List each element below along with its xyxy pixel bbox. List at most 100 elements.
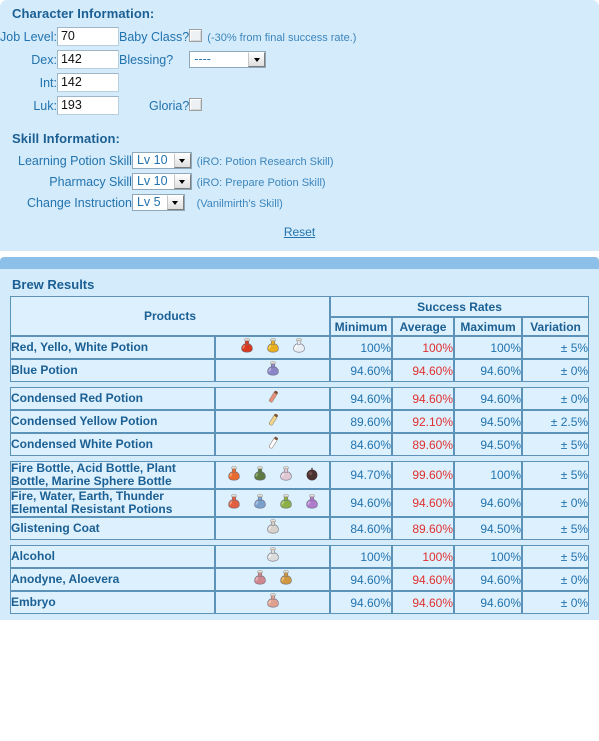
- product-name-cell: Blue Potion: [10, 359, 215, 382]
- learning-potion-select[interactable]: Lv 10: [131, 152, 192, 169]
- minimum-rate-cell: 94.60%: [330, 359, 393, 382]
- blessing-cell: ----: [189, 48, 356, 71]
- product-icons-cell: [215, 433, 331, 456]
- maximum-rate-cell: 94.50%: [454, 410, 523, 433]
- learning-potion-selected-value: Lv 10: [136, 153, 168, 167]
- product-name-cell: Red, Yello, White Potion: [10, 336, 215, 359]
- baby-class-checkbox[interactable]: [189, 29, 203, 42]
- fire-resist-potion-icon: [225, 493, 243, 514]
- thunder-resist-potion-icon: [303, 493, 321, 514]
- glistening-coat-icon: [264, 518, 282, 539]
- product-icons-cell: [215, 461, 331, 489]
- variation-cell: ± 5%: [522, 336, 590, 359]
- condensed-yellow-potion-icon: [264, 411, 282, 432]
- dex-cell: [56, 48, 119, 71]
- variation-cell: ± 0%: [522, 591, 590, 614]
- gloria-checkbox[interactable]: [189, 98, 203, 111]
- reset-link[interactable]: Reset: [284, 225, 315, 239]
- change-instruction-row: Change Instruction Lv 5 (Vanilmirth's Sk…: [18, 192, 334, 213]
- job-level-input[interactable]: [56, 27, 119, 46]
- blessing-label: Blessing?: [118, 52, 174, 67]
- products-header: Products: [10, 296, 331, 336]
- average-rate-cell: 99.60%: [392, 461, 455, 489]
- int-row: Int:: [0, 71, 356, 94]
- product-icons-cell: [215, 359, 331, 382]
- average-rate-cell: 89.60%: [392, 433, 455, 456]
- skill-information-heading: Skill Information:: [12, 131, 120, 146]
- water-resist-potion-icon: [251, 493, 269, 514]
- luk-input[interactable]: [56, 96, 119, 115]
- minimum-rate-cell: 89.60%: [330, 410, 393, 433]
- product-name-cell: Condensed Red Potion: [10, 387, 215, 410]
- brew-results-thead: Products Success Rates Minimum Average M…: [10, 296, 590, 336]
- pharmacy-cell: Lv 10: [131, 171, 192, 192]
- product-name-cell: Glistening Coat: [10, 517, 215, 540]
- product-icons-cell: [215, 591, 331, 614]
- variation-cell: ± 0%: [522, 359, 590, 382]
- character-form-panel: Character Information: Job Level: Baby C…: [0, 0, 599, 251]
- maximum-rate-cell: 100%: [454, 545, 523, 568]
- maximum-rate-cell: 94.50%: [454, 433, 523, 456]
- product-name-cell: Anodyne, Aloevera: [10, 568, 215, 591]
- chevron-down-icon[interactable]: [173, 153, 191, 168]
- maximum-rate-cell: 94.60%: [454, 387, 523, 410]
- average-rate-cell: 100%: [392, 336, 455, 359]
- learning-potion-cell: Lv 10: [131, 150, 192, 171]
- pharmacy-row: Pharmacy Skill Lv 10 (iRO: Prepare Potio…: [18, 171, 334, 192]
- chevron-down-icon[interactable]: [173, 174, 191, 189]
- minimum-rate-cell: 84.60%: [330, 433, 393, 456]
- chevron-down-icon[interactable]: [248, 52, 266, 67]
- job-level-row: Job Level: Baby Class? (-30% from final …: [0, 25, 356, 48]
- header-row-top: Products Success Rates: [10, 296, 590, 336]
- minimum-rate-cell: 100%: [330, 336, 393, 359]
- pharmacy-note: (iRO: Prepare Potion Skill): [196, 176, 326, 189]
- fire-bottle-icon: [225, 465, 243, 486]
- success-rates-header: Success Rates: [330, 296, 590, 317]
- maximum-rate-cell: 100%: [454, 461, 523, 489]
- maximum-rate-cell: 94.60%: [454, 489, 523, 517]
- earth-resist-potion-icon: [277, 493, 295, 514]
- table-row: Blue Potion 94.60% 94.60% 94.60% ± 0%: [10, 359, 590, 382]
- change-instruction-label: Change Instruction: [27, 195, 132, 210]
- int-input[interactable]: [56, 73, 119, 92]
- product-name-cell: Fire Bottle, Acid Bottle, Plant Bottle, …: [10, 461, 215, 489]
- product-name-cell: Condensed White Potion: [10, 433, 215, 456]
- chevron-down-icon[interactable]: [166, 195, 184, 210]
- average-rate-cell: 94.60%: [392, 359, 455, 382]
- job-level-cell: [56, 25, 119, 48]
- brew-results-table: Products Success Rates Minimum Average M…: [10, 296, 590, 614]
- average-rate-cell: 94.60%: [392, 591, 455, 614]
- pharmacy-select[interactable]: Lv 10: [131, 173, 192, 190]
- white-potion-icon: [290, 337, 308, 358]
- learning-potion-note: (iRO: Potion Research Skill): [196, 155, 334, 168]
- product-name-cell: Condensed Yellow Potion: [10, 410, 215, 433]
- minimum-rate-cell: 94.60%: [330, 591, 393, 614]
- column-header-minimum: Minimum: [330, 317, 393, 336]
- table-row: Glistening Coat 84.60% 89.60% 94.50% ± 5%: [10, 517, 590, 540]
- table-row: Alcohol 100% 100% 100% ± 5%: [10, 545, 590, 568]
- column-header-maximum: Maximum: [454, 317, 523, 336]
- int-cell: [56, 71, 119, 94]
- product-icons-cell: [215, 545, 331, 568]
- change-instruction-select[interactable]: Lv 5: [131, 194, 185, 211]
- blue-potion-icon: [264, 360, 282, 381]
- variation-cell: ± 5%: [522, 517, 590, 540]
- results-panel-band: [0, 257, 599, 269]
- character-information-heading: Character Information:: [12, 6, 155, 21]
- average-rate-cell: 89.60%: [392, 517, 455, 540]
- dex-label: Dex:: [31, 52, 57, 67]
- maximum-rate-cell: 94.60%: [454, 591, 523, 614]
- minimum-rate-cell: 94.70%: [330, 461, 393, 489]
- column-header-variation: Variation: [522, 317, 590, 336]
- yellow-potion-icon: [264, 337, 282, 358]
- product-icons-cell: [215, 336, 331, 359]
- acid-bottle-icon: [251, 465, 269, 486]
- baby-class-note: (-30% from final success rate.): [207, 32, 357, 44]
- table-row: Condensed Red Potion 94.60% 94.60% 94.60% ± …: [10, 387, 590, 410]
- blessing-select[interactable]: ----: [189, 51, 267, 68]
- spacer-cell-int: [119, 71, 189, 94]
- brew-results-heading: Brew Results: [12, 277, 95, 292]
- change-instruction-note: (Vanilmirth's Skill): [196, 197, 283, 210]
- dex-input[interactable]: [56, 50, 119, 69]
- embryo-icon: [264, 592, 282, 613]
